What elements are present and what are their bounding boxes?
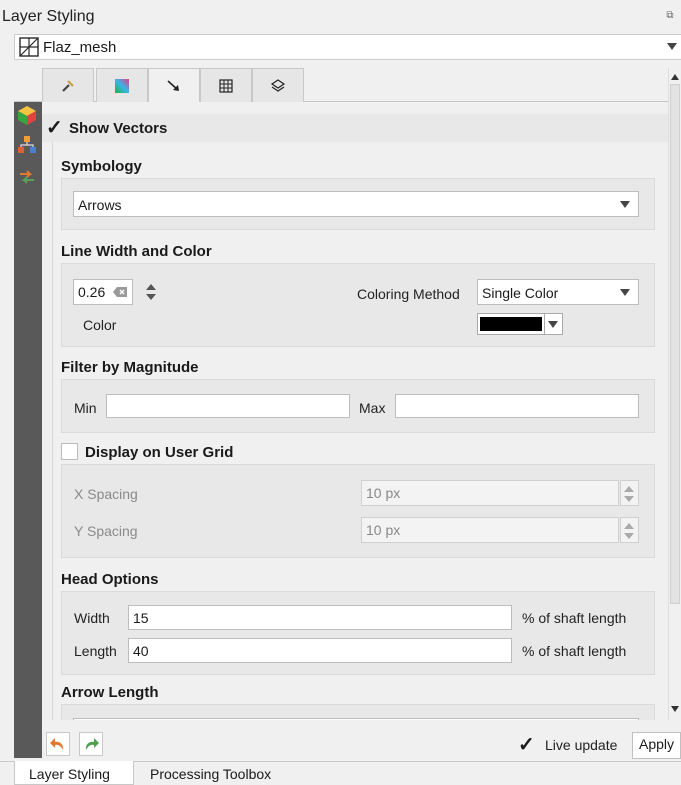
grid-icon [219,79,233,93]
x-spacing-input[interactable]: 10 px [361,480,619,506]
scroll-down-icon[interactable] [671,706,679,712]
user-grid-checkbox[interactable] [61,443,78,460]
arrow-length-combo[interactable] [73,718,639,720]
live-update-checkbox[interactable]: ✓ [518,735,535,755]
head-width-value: 15 [133,610,149,626]
float-panel-icon[interactable]: ⧉ [664,10,676,22]
vectors-settings-panel: ✓ Show Vectors Symbology Arrows Line Wid… [42,102,668,720]
color-swatch [480,317,542,331]
chevron-down-icon [667,43,677,50]
head-length-label: Length [74,643,117,659]
line-width-spinner[interactable] [143,279,159,305]
user-grid-group [61,464,655,558]
x-spacing-spinner[interactable] [620,480,639,506]
min-label: Min [74,400,97,416]
redo-button[interactable] [79,732,103,756]
color-button[interactable] [477,313,545,335]
color-dropdown-button[interactable] [545,313,563,335]
y-spacing-value: 10 px [366,522,401,538]
gradient-icon [115,79,129,93]
show-vectors-label: Show Vectors [69,120,168,137]
layer-name: Flaz_mesh [43,39,117,56]
dock-tab-processing-toolbox[interactable]: Processing Toolbox [150,761,290,785]
head-length-value: 40 [133,643,149,659]
chevron-down-icon [620,289,630,296]
dock-tab-layer-styling[interactable]: Layer Styling [14,761,134,785]
min-magnitude-input[interactable] [106,394,350,418]
tab-3d-view[interactable] [252,68,304,102]
symbology-combo[interactable]: Arrows [73,191,639,217]
undo-icon [50,738,64,750]
arrow-length-title: Arrow Length [61,684,159,701]
cube-3d-icon[interactable] [16,104,38,126]
line-width-color-group [61,263,655,347]
head-width-label: Width [74,610,110,626]
scroll-up-icon[interactable] [671,74,679,80]
symbology-value: Arrows [78,197,122,213]
panel-title: Layer Styling [2,8,95,25]
line-width-input[interactable]: 0.26 [73,279,133,305]
layer-selector[interactable]: Flaz_mesh [14,34,681,60]
line-width-value: 0.26 [78,284,106,300]
redo-icon [85,738,99,750]
user-grid-label: Display on User Grid [85,444,234,461]
coloring-method-combo[interactable]: Single Color [477,279,639,305]
x-spacing-value: 10 px [366,485,401,501]
apply-button[interactable]: Apply [632,732,681,759]
max-label: Max [359,400,386,416]
head-length-input[interactable]: 40 [128,638,512,663]
wrench-icon [62,80,74,92]
tab-vectors[interactable] [148,68,200,103]
filter-magnitude-title: Filter by Magnitude [61,359,199,376]
tab-contours[interactable] [96,68,148,102]
vector-arrow-icon [167,80,179,91]
panel-title-bar: Layer Styling ⧉ [0,0,681,32]
history-arrows-icon[interactable] [16,166,38,188]
coloring-method-label: Coloring Method [357,286,460,302]
chevron-down-icon [620,201,630,208]
live-update-label: Live update [545,737,618,753]
mesh-layer-icon [19,37,39,57]
y-spacing-input[interactable]: 10 px [361,517,619,543]
x-spacing-label: X Spacing [74,486,138,502]
chevron-down-icon [548,321,558,328]
coloring-method-value: Single Color [482,285,559,301]
hierarchy-icon[interactable] [16,134,38,156]
clear-field-icon[interactable] [112,286,128,298]
3d-layers-icon [270,79,286,92]
symbology-title: Symbology [61,158,142,175]
undo-button[interactable] [46,732,70,756]
scrollbar-thumb[interactable] [670,84,680,604]
tab-mesh-frame[interactable] [200,68,252,102]
color-label: Color [83,317,117,333]
line-width-color-title: Line Width and Color [61,243,212,260]
head-length-unit: % of shaft length [522,643,627,659]
show-vectors-checkbox[interactable]: ✓ [46,118,63,138]
head-options-title: Head Options [61,571,159,588]
y-spacing-spinner[interactable] [620,517,639,543]
styling-mode-sidebar [14,68,42,758]
head-width-unit: % of shaft length [522,610,627,626]
head-width-input[interactable]: 15 [128,605,512,630]
max-magnitude-input[interactable] [395,394,639,418]
y-spacing-label: Y Spacing [74,523,138,539]
tab-general[interactable] [42,68,94,102]
